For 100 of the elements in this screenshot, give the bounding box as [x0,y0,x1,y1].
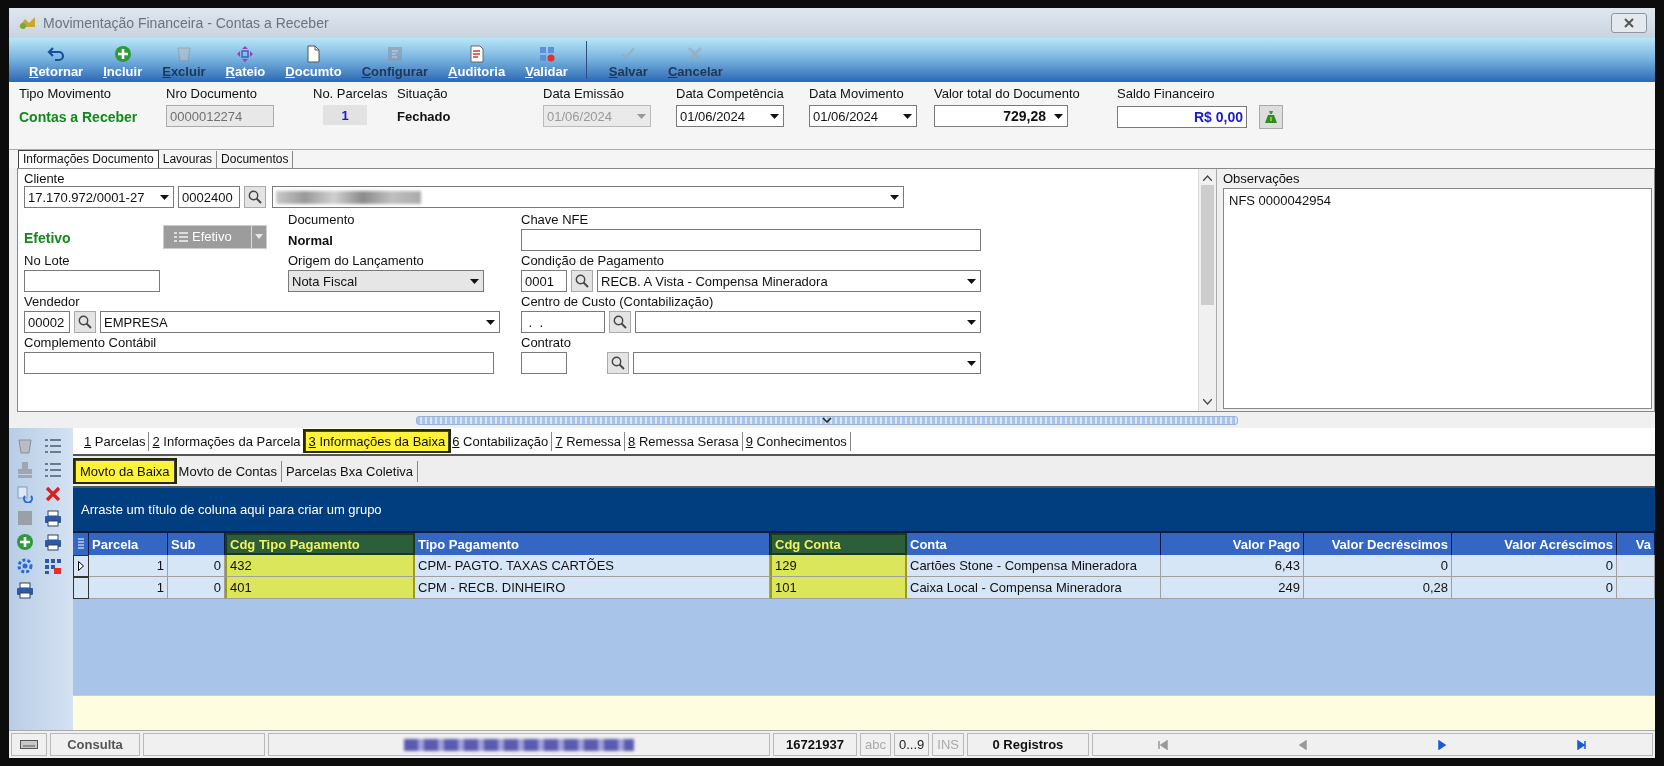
dropdown[interactable] [633,352,981,374]
input-field[interactable] [521,229,981,251]
splitter-handle[interactable] [416,415,1238,425]
scrollbar[interactable] [1198,169,1216,411]
tab[interactable]: Informações Documento [18,150,159,168]
field-label: Saldo Financeiro [1117,86,1216,101]
field-label: No Lote [24,253,71,268]
table-cell: 129 [770,555,907,577]
field-label: Valor total do Documento [934,86,1081,101]
dropdown[interactable]: 729,28 [934,105,1068,127]
input-field[interactable]: . . [521,311,605,333]
search-button[interactable] [244,186,266,208]
list-icon [44,437,62,455]
table-cell: 101 [770,577,907,599]
plus-icon [16,533,34,551]
search-icon [575,274,589,288]
field-label: Observações [1223,171,1301,186]
caret-icon [770,113,779,119]
close-icon [1623,18,1635,28]
tab[interactable]: Movto de Contas [174,460,282,482]
text-area[interactable]: NFS 0000042954 [1223,188,1652,409]
tab[interactable]: 1 Parcelas [81,431,150,451]
dropdown[interactable] [272,186,904,208]
input-field[interactable] [24,270,160,292]
field-label: Vendedor [24,294,81,309]
input-field[interactable]: R$ 0,00 [1117,106,1247,128]
field-label: No. Parcelas [313,86,389,101]
search-button[interactable] [609,311,631,333]
column-header[interactable]: Cdg Tipo Pagamento [225,533,415,555]
search-icon [613,315,627,329]
field-label: Origem do Lançamento [288,253,425,268]
toolbar-button[interactable]: Rateio [223,45,268,79]
caret-icon [486,319,495,325]
close-button[interactable] [1611,13,1647,33]
last-icon [1577,739,1588,750]
caret-icon [637,113,646,119]
search-button[interactable] [607,352,629,374]
document-type: Normal [288,233,334,248]
tab[interactable]: 6 Contabilização [449,431,553,451]
tab[interactable]: 7 Remessa [552,431,626,451]
dropdown[interactable]: Nota Fiscal [288,270,484,292]
list-icon [174,230,188,243]
list-icon [77,538,84,550]
close-icon [44,485,62,503]
grid-icon [44,557,62,575]
input-field[interactable]: 00002 [24,311,70,333]
input-field[interactable]: 0002400 [178,186,240,208]
table-cell: 432 [225,555,415,577]
nav-button[interactable] [1577,739,1588,750]
record-count: 0 Registros [966,733,1089,756]
caret-icon [967,360,976,366]
money-button[interactable] [1259,105,1283,129]
dropdown[interactable]: RECB. A Vista - Compensa Mineradora [597,270,981,292]
toolbar-button[interactable]: Auditoria [446,45,508,79]
tab[interactable]: 3 Informações da Baixa [304,431,450,451]
keyboard-icon [20,740,38,749]
printer-icon [44,509,62,527]
chevron-down-icon [822,417,832,423]
search-button[interactable] [74,311,96,333]
back-arrow-icon [47,45,66,63]
row-selector[interactable] [73,555,89,577]
tab[interactable]: Parcelas Bxa Coletiva [281,460,419,482]
toolbar-button[interactable]: Documto [283,45,344,79]
dropdown[interactable] [635,311,981,333]
tab[interactable]: 8 Remessa Serasa [625,431,743,451]
nav-button[interactable] [1437,739,1448,750]
scrollbar-thumb[interactable] [1201,185,1214,305]
stamp-icon [16,461,34,479]
toolbar-button[interactable]: Incluir [101,45,145,79]
row-selector[interactable] [73,577,89,599]
tab[interactable]: 9 Conhecimentos [742,431,851,451]
caret-icon [470,278,479,284]
previous-icon [1297,739,1308,750]
toolbar-button[interactable]: Validar [523,45,570,79]
input-field[interactable]: 0001 [521,270,567,292]
arrows-icon [236,45,255,63]
column-header[interactable]: Cdg Conta [770,533,907,555]
group-hint: Arraste um título de coluna aqui para criar um grupo [81,502,382,517]
report-icon [467,45,486,63]
input-field[interactable] [521,352,567,374]
refresh-icon [16,485,34,503]
tab[interactable]: Movto da Baixa [75,460,175,482]
dropdown[interactable]: EMPRESA [100,311,500,333]
status-number: 16721937 [773,733,857,756]
dropdown[interactable]: 17.170.972/0001-27 [24,186,174,208]
field-label: Complemento Contábil [24,335,158,350]
dropdown[interactable]: 01/06/2024 [676,105,784,127]
caret-icon [255,234,263,239]
money-bag-icon [1264,110,1278,124]
printer-icon [16,581,34,599]
field-label: Cliente [24,171,66,186]
dropdown[interactable]: 01/06/2024 [809,105,917,127]
count-badge: 1 [323,105,367,125]
toolbar-button[interactable]: Retornar [27,45,86,79]
field-label: Data Emissão [543,86,625,101]
search-button[interactable] [571,270,593,292]
field-label: Data Competência [676,86,785,101]
input-field[interactable] [24,352,494,374]
field-label: Nro Documento [166,86,259,101]
current-row-icon [78,561,84,571]
